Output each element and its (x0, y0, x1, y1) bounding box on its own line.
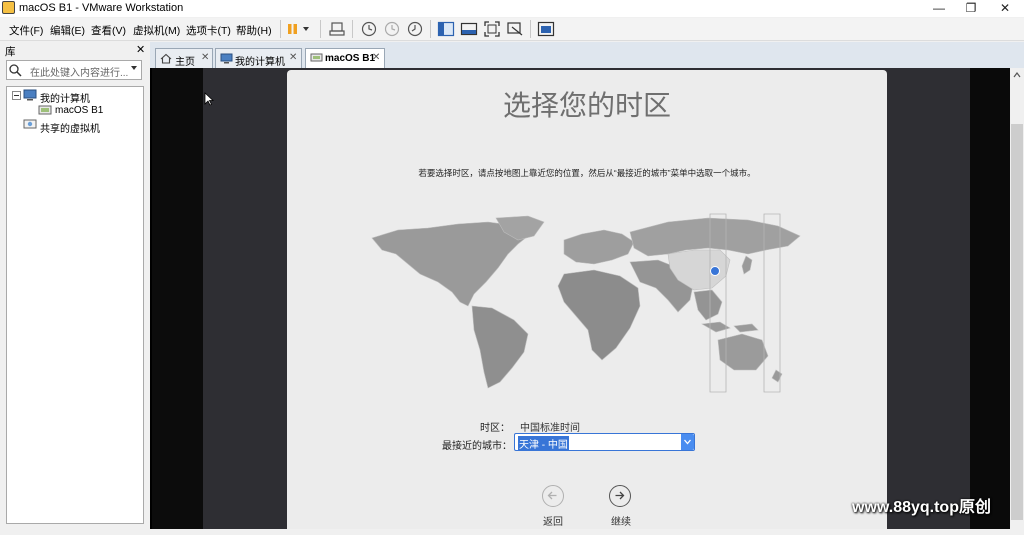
installer-instructions: 若要选择时区，请点按地图上靠近您的位置，然后从“最接近的城市”菜单中选取一个城市… (418, 168, 756, 178)
watermark: www.88yq.top原创 (852, 499, 991, 516)
timezone-label: 时区： (480, 423, 510, 434)
search-icon (9, 64, 22, 77)
toolbar-separator (320, 20, 321, 38)
vm-icon (310, 53, 323, 62)
full-screen-icon[interactable] (483, 20, 501, 38)
tab-home-close-button[interactable]: ✕ (201, 52, 209, 63)
tree-item-shared-vms[interactable]: 共享的虚拟机 (40, 120, 100, 135)
arrow-right-icon (615, 491, 625, 500)
timezone-value: 中国标准时间 (520, 423, 580, 434)
menu-bar: 文件(F) 编辑(E) 查看(V) 虚拟机(M) 选项卡(T) 帮助(H) (0, 18, 1024, 41)
tab-my-computer-close-button[interactable]: ✕ (289, 52, 297, 63)
tab-home[interactable]: 主页 ✕ (155, 48, 213, 68)
pause-icon[interactable] (286, 20, 312, 38)
tab-macos-b1-label: macOS B1 (325, 53, 376, 64)
tree-item-macos-b1[interactable]: macOS B1 (55, 105, 103, 116)
back-label: 返回 (543, 517, 563, 528)
tree-item-my-computer[interactable]: 我的计算机 (40, 90, 90, 105)
chevron-down-icon[interactable] (131, 66, 137, 70)
library-header (0, 42, 150, 58)
city-dropdown-button[interactable] (681, 434, 694, 450)
vm-icon (38, 105, 52, 115)
tab-home-label: 主页 (175, 57, 195, 68)
chevron-down-icon (684, 439, 691, 445)
computer-icon (220, 53, 233, 64)
status-bar (0, 529, 1024, 535)
snapshot-icon[interactable] (360, 20, 378, 38)
arrow-left-icon (547, 491, 557, 500)
continue-button[interactable] (609, 485, 631, 507)
maximize-button[interactable]: ❐ (954, 0, 988, 17)
window-title: macOS B1 - VMware Workstation (19, 2, 184, 14)
show-library-icon[interactable] (437, 20, 455, 38)
vm-border-right (970, 68, 1010, 530)
library-title: 库 (5, 46, 16, 58)
menu-help[interactable]: 帮助(H) (236, 23, 272, 38)
menu-tabs[interactable]: 选项卡(T) (186, 23, 231, 38)
computer-icon (23, 89, 37, 101)
toolbar-separator (352, 20, 353, 38)
menu-view[interactable]: 查看(V) (91, 23, 126, 38)
close-window-button[interactable]: ✕ (988, 0, 1022, 17)
mouse-cursor-icon (204, 92, 214, 106)
toolbar-separator (430, 20, 431, 38)
console-view-icon[interactable] (537, 20, 555, 38)
revert-snapshot-icon[interactable] (383, 20, 401, 38)
tab-my-computer-label: 我的计算机 (235, 57, 285, 68)
world-timezone-map[interactable] (368, 210, 808, 395)
minimize-button[interactable]: — (922, 0, 956, 17)
scrollbar-thumb[interactable] (1011, 124, 1023, 520)
toolbar-separator (530, 20, 531, 38)
tab-macos-b1[interactable]: macOS B1 ✕ (305, 48, 385, 68)
collapse-icon[interactable] (12, 91, 21, 100)
shared-vm-icon (23, 119, 37, 129)
continue-label: 继续 (611, 517, 631, 528)
tab-macos-b1-close-button[interactable]: ✕ (372, 52, 380, 63)
vmware-app-icon (2, 1, 15, 14)
thumbnail-bar-icon[interactable] (460, 20, 478, 38)
location-pin-icon (710, 266, 720, 276)
toolbar-separator (280, 20, 281, 38)
menu-file[interactable]: 文件(F) (9, 23, 43, 38)
search-placeholder: 在此处键入内容进行... (30, 68, 129, 79)
send-ctrl-alt-del-icon[interactable] (328, 20, 346, 38)
library-close-button[interactable]: ✕ (136, 43, 145, 56)
tab-my-computer[interactable]: 我的计算机 ✕ (215, 48, 302, 68)
menu-edit[interactable]: 编辑(E) (50, 23, 85, 38)
home-icon (160, 53, 172, 64)
library-tree: 我的计算机 macOS B1 共享的虚拟机 (6, 86, 144, 524)
snapshot-manager-icon[interactable] (406, 20, 424, 38)
back-button[interactable] (542, 485, 564, 507)
unity-mode-icon[interactable] (506, 20, 524, 38)
vm-border-left (152, 68, 203, 530)
closest-city-label: 最接近的城市： (442, 441, 512, 452)
menu-vm[interactable]: 虚拟机(M) (133, 23, 180, 38)
scroll-up-icon[interactable] (1012, 71, 1022, 79)
installer-title: 选择您的时区 (502, 90, 671, 121)
closest-city-value: 天津 - 中国 (518, 436, 569, 451)
